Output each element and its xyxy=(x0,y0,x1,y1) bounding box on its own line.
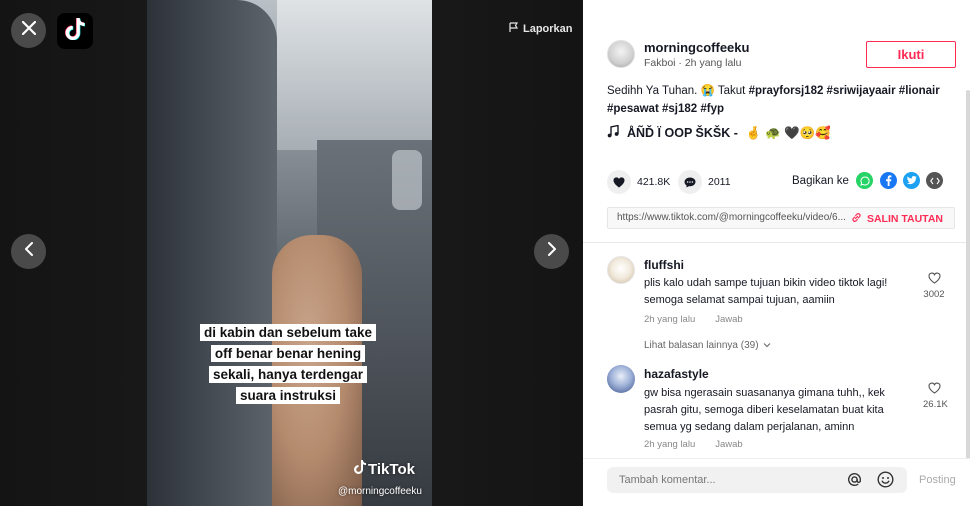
tiktok-note-icon xyxy=(354,460,366,478)
reply-button[interactable]: Jawab xyxy=(715,314,742,325)
comment-text: plis kalo udah sampe tujuan bikin video … xyxy=(644,277,888,306)
comment-time: 2h yang lalu xyxy=(644,314,696,325)
like-count: 421.8K xyxy=(637,176,671,188)
heart-outline-icon xyxy=(923,272,945,287)
mention-icon[interactable] xyxy=(847,472,862,491)
comment-like[interactable]: 26.1K xyxy=(923,382,948,410)
panel-scrollbar[interactable] xyxy=(966,90,970,470)
link-icon xyxy=(851,212,862,226)
view-more-replies-button[interactable]: Lihat balasan lainnya (39) xyxy=(644,340,771,351)
comment-like-count: 3002 xyxy=(923,289,945,300)
hashtags-line-1[interactable]: #prayforsj182 #sriwijayaair #lionair xyxy=(749,85,940,97)
video-stage: di kabin dan sebelum take off benar bena… xyxy=(0,0,583,506)
author-subtitle: Fakboi · 2h yang lalu xyxy=(644,57,742,69)
video-frame-seat xyxy=(147,0,277,506)
copy-link-label: SALIN TAUTAN xyxy=(866,213,943,225)
comment-stat[interactable]: 2011 xyxy=(678,170,731,194)
video-caption: di kabin dan sebelum take off benar bena… xyxy=(193,322,383,406)
like-stat[interactable]: 421.8K xyxy=(607,170,670,194)
comment-username[interactable]: fluffshi xyxy=(644,258,684,272)
comment-meta: 2h yang lalu Jawab xyxy=(644,439,743,450)
music-info[interactable]: ÅÑĎ Ï OOP ŠKŠK - 🤞 🐢 🖤🥺🥰 xyxy=(607,124,831,141)
tiktok-logo-icon xyxy=(64,17,86,45)
hashtags-line-2[interactable]: #pesawat #sj182 #fyp xyxy=(607,103,724,115)
embed-share-icon[interactable] xyxy=(926,172,943,189)
tiktok-watermark: TikTok xyxy=(354,460,415,478)
chevron-right-icon xyxy=(547,242,557,261)
tiktok-logo[interactable] xyxy=(57,13,93,49)
twitter-share-icon[interactable] xyxy=(903,172,920,189)
report-label: Laporkan xyxy=(523,23,573,35)
comment-count: 2011 xyxy=(708,176,731,188)
flag-icon xyxy=(509,22,519,36)
watermark-handle: @morningcoffeeku xyxy=(338,486,422,497)
comment-text: gw bisa ngerasain suasananya gimana tuhh… xyxy=(644,387,885,433)
close-icon xyxy=(21,20,36,40)
comment-meta: 2h yang lalu Jawab xyxy=(644,314,743,325)
section-divider xyxy=(583,242,966,243)
music-title: ÅÑĎ Ï OOP ŠKŠK - xyxy=(627,126,738,140)
more-replies-label: Lihat balasan lainnya (39) xyxy=(644,340,759,351)
description-text: Sedihh Ya Tuhan. 😭 Takut xyxy=(607,85,749,97)
caption-line: suara instruksi xyxy=(235,387,341,404)
heart-icon xyxy=(607,170,631,194)
caption-line: off benar benar hening xyxy=(210,345,366,362)
share-url[interactable]: https://www.tiktok.com/@morningcoffeeku/… xyxy=(617,212,857,223)
whatsapp-share-icon[interactable] xyxy=(856,172,873,189)
share-link-box: https://www.tiktok.com/@morningcoffeeku/… xyxy=(607,207,955,229)
caption-line: di kabin dan sebelum take xyxy=(199,324,377,341)
share-label: Bagikan ke xyxy=(792,175,849,187)
info-panel: morningcoffeeku Fakboi · 2h yang lalu Ik… xyxy=(583,0,970,506)
comment-avatar[interactable] xyxy=(607,256,635,284)
copy-link-button[interactable]: SALIN TAUTAN xyxy=(851,212,943,226)
previous-video-button[interactable] xyxy=(11,234,46,269)
heart-outline-icon xyxy=(923,382,945,397)
post-description: Sedihh Ya Tuhan. 😭 Takut #prayforsj182 #… xyxy=(607,82,957,118)
video-frame-ceiling xyxy=(277,0,432,150)
facebook-share-icon[interactable] xyxy=(880,172,897,189)
emoji-icon[interactable] xyxy=(877,471,894,493)
video-player[interactable] xyxy=(147,0,432,506)
caption-line: sekali, hanya terdengar xyxy=(208,366,368,383)
comment-bubble-icon xyxy=(678,170,702,194)
next-video-button[interactable] xyxy=(534,234,569,269)
comment-like-count: 26.1K xyxy=(923,399,948,410)
reply-button[interactable]: Jawab xyxy=(715,439,742,450)
video-frame-window xyxy=(392,150,422,210)
close-button[interactable] xyxy=(11,13,46,48)
comment-like[interactable]: 3002 xyxy=(923,272,945,300)
comment-username[interactable]: hazafastyle xyxy=(644,367,709,381)
music-note-icon xyxy=(607,124,619,141)
comment-time: 2h yang lalu xyxy=(644,439,696,450)
follow-button[interactable]: Ikuti xyxy=(866,41,956,68)
post-comment-button[interactable]: Posting xyxy=(919,474,956,486)
comment-avatar[interactable] xyxy=(607,365,635,393)
report-button[interactable]: Laporkan xyxy=(509,22,573,36)
tiktok-watermark-text: TikTok xyxy=(368,461,415,478)
author-avatar[interactable] xyxy=(607,40,635,68)
comment-bar: Posting xyxy=(583,458,970,506)
comment-input[interactable] xyxy=(607,467,907,493)
music-emoji: 🤞 🐢 🖤🥺🥰 xyxy=(745,125,831,140)
chevron-left-icon xyxy=(24,242,34,261)
chevron-down-icon xyxy=(763,340,771,351)
author-username[interactable]: morningcoffeeku xyxy=(644,40,749,55)
